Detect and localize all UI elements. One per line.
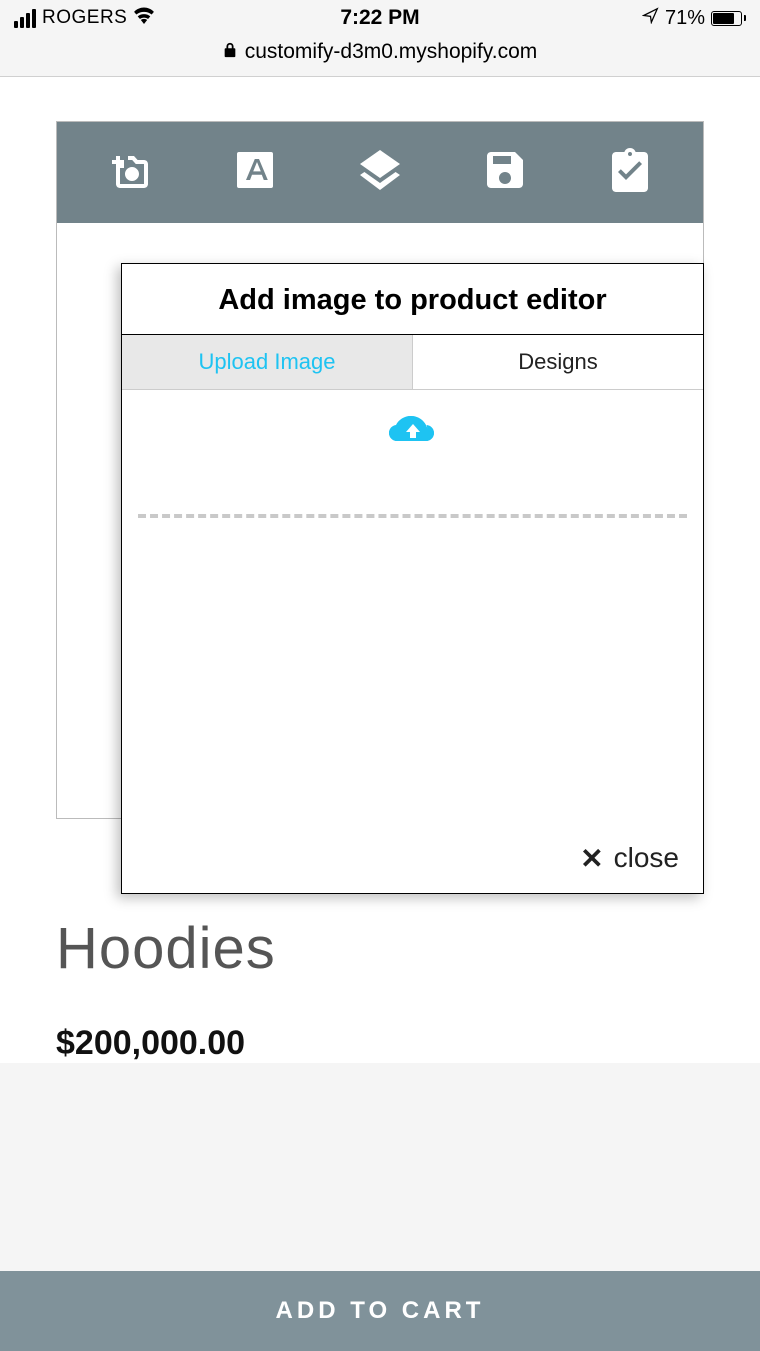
battery-icon [711,11,746,26]
modal-spacer [122,518,703,828]
close-icon: ✕ [580,842,603,875]
cloud-upload-icon[interactable] [138,410,687,470]
modal-tabs: Upload Image Designs [122,335,703,390]
carrier-label: ROGERS [42,7,127,29]
upload-area[interactable] [122,390,703,518]
add-photo-icon[interactable] [106,146,154,199]
url-bar[interactable]: customify-d3m0.myshopify.com [0,32,760,77]
url-text: customify-d3m0.myshopify.com [245,40,538,64]
wifi-icon [133,6,155,30]
battery-percent: 71% [665,7,705,30]
editor-container: Add image to product editor Upload Image… [56,121,704,819]
close-label: close [614,842,679,874]
location-icon [642,7,659,30]
product-price: $200,000.00 [56,1024,704,1063]
page-content: Add image to product editor Upload Image… [0,77,760,1063]
signal-bars-icon [14,9,36,28]
lock-icon [223,40,237,64]
status-left: ROGERS [14,6,155,30]
status-bar: ROGERS 7:22 PM 71% [0,0,760,32]
modal-title: Add image to product editor [122,264,703,335]
editor-toolbar [57,122,703,223]
clipboard-check-icon[interactable] [606,146,654,199]
status-time: 7:22 PM [340,6,419,30]
status-right: 71% [642,7,746,30]
tab-designs[interactable]: Designs [413,335,703,389]
product-title: Hoodies [56,915,704,982]
tab-upload-image[interactable]: Upload Image [122,335,413,389]
add-image-modal: Add image to product editor Upload Image… [121,263,704,894]
layers-icon[interactable] [356,146,404,199]
modal-close-button[interactable]: ✕ close [122,828,703,893]
text-icon[interactable] [231,146,279,199]
add-to-cart-button[interactable]: ADD TO CART [0,1271,760,1351]
save-icon[interactable] [481,146,529,199]
